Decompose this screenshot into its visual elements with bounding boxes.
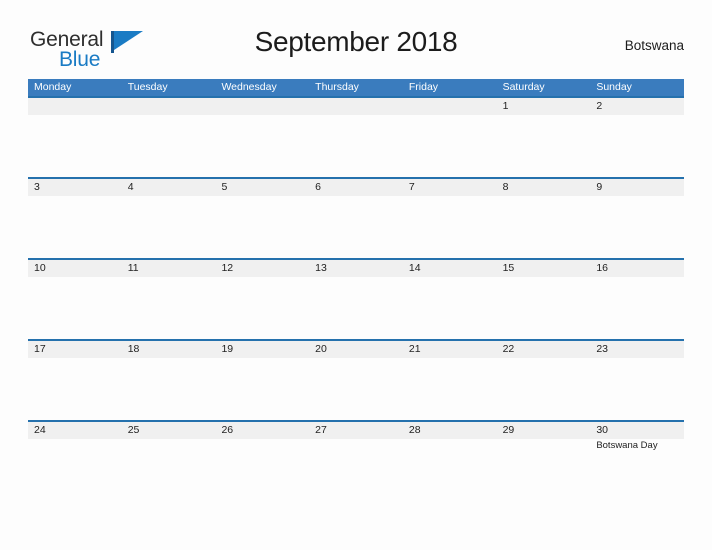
calendar-day-cell[interactable]: 16 — [590, 260, 684, 339]
day-number: 11 — [127, 262, 139, 274]
day-number: 20 — [315, 343, 327, 355]
day-number: 21 — [408, 343, 421, 355]
calendar-grid: Monday Tuesday Wednesday Thursday Friday… — [28, 79, 684, 501]
calendar-day-cell[interactable]: 10 — [28, 260, 122, 339]
day-number: 23 — [596, 343, 608, 355]
calendar-day-cell[interactable]: 11 — [122, 260, 216, 339]
calendar-day-cell[interactable]: 1 — [497, 98, 591, 177]
calendar-week-row: 24 25 26 27 28 29 30 Botswana Day — [28, 420, 684, 501]
day-number — [221, 98, 309, 115]
day-number: 22 — [502, 343, 515, 355]
calendar-day-cell[interactable] — [28, 98, 122, 177]
day-number — [34, 98, 122, 115]
calendar-week-row: 3 4 5 6 7 8 9 — [28, 177, 684, 258]
day-number — [315, 98, 403, 115]
day-number: 7 — [408, 181, 415, 193]
calendar-day-cell[interactable]: 4 — [122, 179, 216, 258]
calendar-day-cell[interactable]: 20 — [309, 341, 403, 420]
day-number — [128, 98, 216, 115]
calendar-day-cell[interactable] — [403, 98, 497, 177]
calendar-page: General Blue September 2018 Botswana Mon… — [0, 0, 712, 550]
weekday-header-tuesday: Tuesday — [127, 81, 168, 93]
calendar-day-cell[interactable]: 18 — [122, 341, 216, 420]
calendar-day-cell[interactable]: 26 — [215, 422, 309, 501]
weekday-header-sunday: Sunday — [596, 81, 632, 93]
calendar-day-cell[interactable]: 8 — [497, 179, 591, 258]
calendar-day-cell[interactable]: 29 — [497, 422, 591, 501]
calendar-day-cell[interactable]: 9 — [590, 179, 684, 258]
day-number: 25 — [127, 424, 140, 436]
calendar-day-cell[interactable]: 25 — [122, 422, 216, 501]
calendar-day-cell[interactable] — [309, 98, 403, 177]
calendar-day-cell[interactable]: 22 — [497, 341, 591, 420]
day-number: 13 — [315, 262, 327, 274]
calendar-day-cell[interactable]: 12 — [215, 260, 309, 339]
day-number: 15 — [502, 262, 515, 274]
day-number: 29 — [502, 424, 515, 436]
calendar-week-row: 10 11 12 13 14 15 16 — [28, 258, 684, 339]
calendar-day-cell[interactable] — [122, 98, 216, 177]
page-title: September 2018 — [254, 26, 458, 57]
day-number: 14 — [408, 262, 421, 274]
calendar-day-cell[interactable]: 23 — [590, 341, 684, 420]
weekday-header-friday: Friday — [408, 81, 439, 93]
calendar-day-cell[interactable] — [215, 98, 309, 177]
calendar-day-cell[interactable]: 7 — [403, 179, 497, 258]
day-number: 10 — [34, 262, 46, 274]
day-number: 19 — [221, 343, 234, 355]
weekday-header-saturday: Saturday — [502, 81, 545, 93]
day-number: 16 — [596, 262, 608, 274]
region-label: Botswana — [624, 38, 684, 53]
weekday-header-row: Monday Tuesday Wednesday Thursday Friday… — [28, 79, 684, 96]
calendar-week-row: 1 2 — [28, 96, 684, 177]
calendar-day-cell[interactable]: 3 — [28, 179, 122, 258]
calendar-day-cell[interactable]: 6 — [309, 179, 403, 258]
calendar-day-cell[interactable]: 14 — [403, 260, 497, 339]
weekday-header-wednesday: Wednesday — [221, 81, 277, 93]
day-number: 24 — [34, 424, 46, 436]
calendar-day-cell[interactable]: 19 — [215, 341, 309, 420]
calendar-day-cell[interactable]: 30 Botswana Day — [590, 422, 684, 501]
day-number: 1 — [502, 100, 509, 112]
day-number: 5 — [221, 181, 228, 193]
day-number: 8 — [502, 181, 509, 193]
calendar-day-cell[interactable]: 27 — [309, 422, 403, 501]
day-number — [409, 98, 497, 115]
day-number: 6 — [315, 181, 321, 193]
calendar-day-cell[interactable]: 2 — [590, 98, 684, 177]
day-event-label: Botswana Day — [596, 440, 658, 451]
calendar-day-cell[interactable]: 15 — [497, 260, 591, 339]
day-number: 17 — [34, 343, 46, 355]
calendar-day-cell[interactable]: 24 — [28, 422, 122, 501]
calendar-week-row: 17 18 19 20 21 22 23 — [28, 339, 684, 420]
calendar-day-cell[interactable]: 21 — [403, 341, 497, 420]
day-number: 26 — [221, 424, 234, 436]
day-number: 3 — [34, 181, 40, 193]
calendar-day-cell[interactable]: 17 — [28, 341, 122, 420]
day-number: 4 — [127, 181, 134, 193]
day-number: 30 — [596, 424, 608, 436]
day-number: 9 — [596, 181, 603, 193]
page-header: General Blue September 2018 Botswana — [28, 26, 684, 70]
calendar-day-cell[interactable]: 13 — [309, 260, 403, 339]
day-number: 18 — [127, 343, 140, 355]
day-number: 28 — [408, 424, 421, 436]
calendar-day-cell[interactable]: 28 — [403, 422, 497, 501]
weekday-header-monday: Monday — [34, 81, 72, 93]
day-number: 27 — [315, 424, 327, 436]
day-number: 12 — [221, 262, 234, 274]
calendar-day-cell[interactable]: 5 — [215, 179, 309, 258]
day-number: 2 — [596, 100, 603, 112]
weekday-header-thursday: Thursday — [315, 81, 359, 93]
